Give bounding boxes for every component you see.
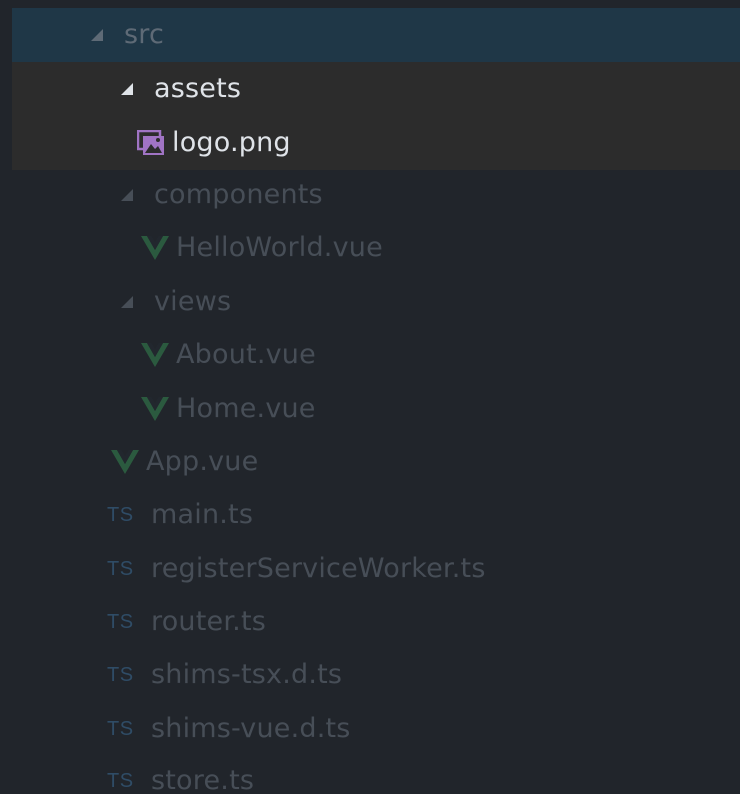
file-explorer-tree: src assets logo.png components HelloWorl… — [0, 0, 740, 794]
tree-row-shims-tsx-d-ts[interactable]: TS shims-tsx.d.ts — [12, 648, 740, 702]
tree-row-views-folder[interactable]: views — [12, 275, 740, 329]
tree-row-label: components — [154, 179, 323, 210]
tree-row-src-folder[interactable]: src — [12, 8, 740, 62]
tree-row-label: main.ts — [151, 499, 254, 530]
tree-row-label: logo.png — [172, 127, 291, 158]
tree-row-label: views — [154, 286, 232, 317]
tree-row-helloworld-vue[interactable]: HelloWorld.vue — [12, 221, 740, 275]
tree-row-label: HelloWorld.vue — [176, 232, 383, 263]
tree-row-store-ts[interactable]: TS store.ts — [12, 754, 740, 794]
vue-icon — [140, 343, 170, 367]
vue-icon — [140, 236, 170, 260]
tree-row-shims-vue-d-ts[interactable]: TS shims-vue.d.ts — [12, 702, 740, 756]
tree-row-main-ts[interactable]: TS main.ts — [12, 488, 740, 542]
chevron-down-icon[interactable] — [120, 188, 146, 202]
typescript-icon: TS — [107, 769, 134, 792]
typescript-icon: TS — [107, 557, 134, 580]
tree-row-label: About.vue — [176, 339, 316, 370]
tree-row-router-ts[interactable]: TS router.ts — [12, 595, 740, 649]
tree-row-label: shims-tsx.d.ts — [151, 659, 343, 690]
chevron-down-icon[interactable] — [120, 295, 146, 309]
typescript-icon: TS — [107, 503, 134, 526]
tree-row-label: src — [124, 19, 165, 50]
vue-icon — [140, 397, 170, 421]
tree-row-logo-png[interactable]: logo.png — [12, 116, 740, 170]
tree-row-label: registerServiceWorker.ts — [151, 553, 486, 584]
tree-row-home-vue[interactable]: Home.vue — [12, 382, 740, 436]
chevron-down-icon[interactable] — [90, 28, 116, 42]
tree-row-label: assets — [154, 73, 242, 104]
tree-row-label: router.ts — [151, 606, 266, 637]
typescript-icon: TS — [107, 717, 134, 740]
tree-row-components-folder[interactable]: components — [12, 168, 740, 222]
tree-row-about-vue[interactable]: About.vue — [12, 328, 740, 382]
tree-row-label: App.vue — [146, 446, 259, 477]
tree-row-label: store.ts — [151, 765, 255, 794]
vue-icon — [110, 450, 140, 474]
image-file-icon — [136, 130, 166, 156]
typescript-icon: TS — [107, 610, 134, 633]
tree-row-assets-folder[interactable]: assets — [12, 62, 740, 116]
typescript-icon: TS — [107, 663, 134, 686]
tree-row-registerserviceworker-ts[interactable]: TS registerServiceWorker.ts — [12, 542, 740, 596]
tree-row-app-vue[interactable]: App.vue — [12, 435, 740, 489]
tree-row-label: shims-vue.d.ts — [151, 713, 351, 744]
chevron-down-icon[interactable] — [120, 82, 146, 96]
tree-row-label: Home.vue — [176, 393, 316, 424]
